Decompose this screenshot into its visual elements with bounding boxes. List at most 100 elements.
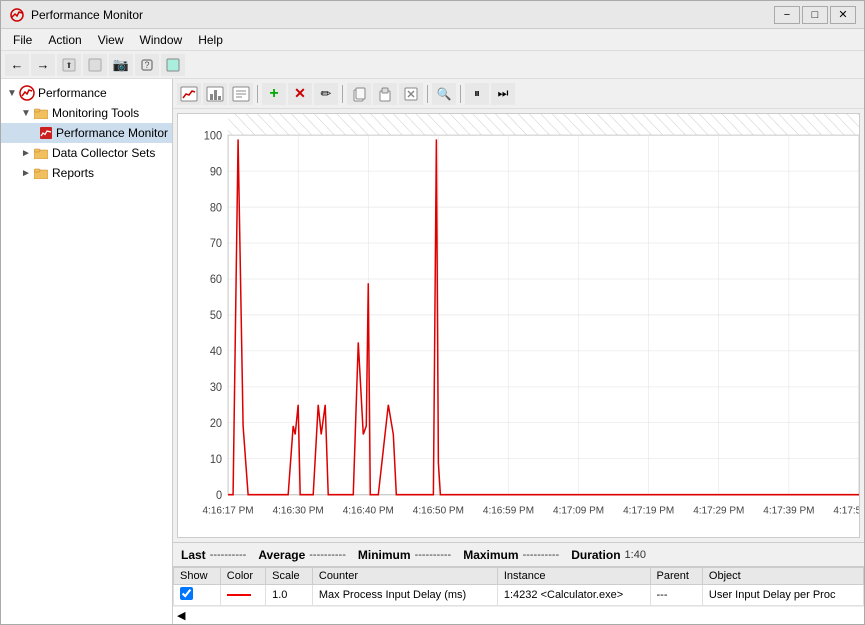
view-report-button[interactable]	[229, 83, 253, 105]
window-title: Performance Monitor	[31, 8, 774, 22]
view-graph-button[interactable]	[177, 83, 201, 105]
menu-action[interactable]: Action	[40, 31, 89, 49]
min-value: ----------	[415, 549, 452, 561]
show-hide-button[interactable]	[83, 54, 107, 76]
cell-color	[220, 585, 265, 606]
delete-counter-button[interactable]: ✕	[288, 83, 312, 105]
col-instance: Instance	[497, 568, 650, 585]
svg-text:50: 50	[210, 310, 222, 322]
toolbar2: + ✕ ✏	[173, 79, 864, 109]
cell-instance: 1:4232 <Calculator.exe>	[497, 585, 650, 606]
show-checkbox[interactable]	[180, 587, 193, 600]
counter-table: Show Color Scale Counter Instance Parent…	[173, 567, 864, 606]
close-button[interactable]: ✕	[830, 6, 856, 24]
dur-value: 1:40	[625, 549, 646, 561]
svg-text:70: 70	[210, 238, 222, 250]
edit-button[interactable]: ✏	[314, 83, 338, 105]
left-panel: ▼ Performance ▼	[1, 79, 173, 624]
add-counter-button[interactable]: +	[262, 83, 286, 105]
stat-maximum: Maximum ----------	[463, 548, 559, 562]
up-button[interactable]: ⬆	[57, 54, 81, 76]
svg-text:100: 100	[204, 130, 222, 142]
svg-text:4:16:17 PM: 4:16:17 PM	[203, 506, 254, 517]
scroll-left-btn[interactable]: ◀	[177, 609, 185, 622]
cell-parent: ---	[650, 585, 702, 606]
tree-item-monitoring-tools[interactable]: ▼ Monitoring Tools	[1, 103, 172, 123]
back-button[interactable]: ←	[5, 54, 29, 76]
snap-button[interactable]: 📷	[109, 54, 133, 76]
paste-button[interactable]	[373, 83, 397, 105]
menu-window[interactable]: Window	[132, 31, 191, 49]
stat-minimum: Minimum ----------	[358, 548, 451, 562]
svg-text:40: 40	[210, 346, 222, 358]
menu-file[interactable]: File	[5, 31, 40, 49]
tree-label-monitoring: Monitoring Tools	[52, 106, 139, 120]
stat-last: Last ----------	[181, 548, 246, 562]
right-panel: + ✕ ✏	[173, 79, 864, 624]
tree-item-performance-monitor[interactable]: Performance Monitor	[1, 123, 172, 143]
tree-label-dc: Data Collector Sets	[52, 146, 155, 160]
tree-root: ▼ Performance ▼	[1, 79, 172, 187]
copy-button[interactable]	[347, 83, 371, 105]
menu-view[interactable]: View	[90, 31, 132, 49]
last-label: Last	[181, 548, 206, 562]
folder-monitoring-icon	[33, 105, 49, 121]
performance-icon	[19, 85, 35, 101]
forward-button[interactable]: →	[31, 54, 55, 76]
zoom-button[interactable]: 🔍	[432, 83, 456, 105]
clear-button[interactable]	[399, 83, 423, 105]
svg-text:0: 0	[216, 490, 222, 502]
cell-show[interactable]	[174, 585, 221, 606]
stat-average: Average ----------	[258, 548, 346, 562]
menu-help[interactable]: Help	[190, 31, 231, 49]
dur-label: Duration	[571, 548, 620, 562]
view-histogram-button[interactable]	[203, 83, 227, 105]
col-parent: Parent	[650, 568, 702, 585]
next-button[interactable]: ⏭	[491, 83, 515, 105]
counter-table-container: Show Color Scale Counter Instance Parent…	[173, 566, 864, 624]
minimize-button[interactable]: −	[774, 6, 800, 24]
svg-text:⬆: ⬆	[66, 61, 73, 70]
refresh-button[interactable]: ?	[135, 54, 159, 76]
svg-text:4:17:55 PM: 4:17:55 PM	[833, 506, 859, 517]
col-counter: Counter	[312, 568, 497, 585]
pause-button[interactable]: ⏸	[465, 83, 489, 105]
main-area: ▼ Performance ▼	[1, 79, 864, 624]
cell-counter: Max Process Input Delay (ms)	[312, 585, 497, 606]
col-show: Show	[174, 568, 221, 585]
color-line	[227, 594, 251, 596]
col-scale: Scale	[266, 568, 313, 585]
toolbar1: ← → ⬆ 📷 ?	[1, 51, 864, 79]
tree-item-data-collector[interactable]: ► Data Collector Sets	[1, 143, 172, 163]
svg-text:?: ?	[144, 60, 149, 70]
performance-chart: 100 90 80 70 60 50 40 30 20 10 0	[178, 114, 859, 537]
toolbar2-sep1	[257, 85, 258, 103]
toolbar2-sep2	[342, 85, 343, 103]
last-value: ----------	[210, 549, 247, 561]
max-value: ----------	[523, 549, 560, 561]
folder-reports-icon	[33, 165, 49, 181]
svg-text:4:16:40 PM: 4:16:40 PM	[343, 506, 394, 517]
table-row[interactable]: 1.0 Max Process Input Delay (ms) 1:4232 …	[174, 585, 864, 606]
svg-text:10: 10	[210, 454, 222, 466]
col-color: Color	[220, 568, 265, 585]
tree-item-performance[interactable]: ▼ Performance	[1, 83, 172, 103]
min-label: Minimum	[358, 548, 411, 562]
main-window: Performance Monitor − □ ✕ File Action Vi…	[0, 0, 865, 625]
cell-scale: 1.0	[266, 585, 313, 606]
svg-text:20: 20	[210, 418, 222, 430]
stats-row: Last ---------- Average ---------- Minim…	[173, 542, 864, 566]
maximize-button[interactable]: □	[802, 6, 828, 24]
svg-text:4:16:50 PM: 4:16:50 PM	[413, 506, 464, 517]
toolbar2-sep3	[427, 85, 428, 103]
svg-text:60: 60	[210, 274, 222, 286]
toolbar2-sep4	[460, 85, 461, 103]
expand-icon: ▼	[5, 88, 19, 99]
settings-button[interactable]	[161, 54, 185, 76]
app-icon	[9, 7, 25, 23]
svg-text:4:17:09 PM: 4:17:09 PM	[553, 506, 604, 517]
title-bar: Performance Monitor − □ ✕	[1, 1, 864, 29]
tree-item-reports[interactable]: ► Reports	[1, 163, 172, 183]
svg-text:4:17:19 PM: 4:17:19 PM	[623, 506, 674, 517]
svg-text:4:16:59 PM: 4:16:59 PM	[483, 506, 534, 517]
